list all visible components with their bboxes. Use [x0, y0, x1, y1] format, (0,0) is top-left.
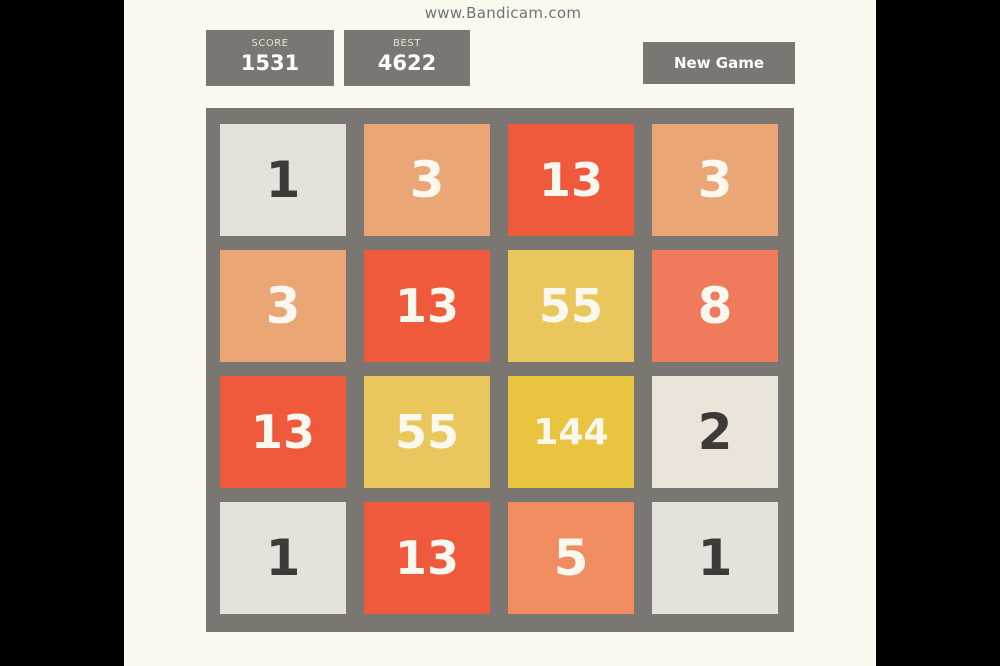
best-value: 4622 [377, 51, 437, 75]
game-page: www.Bandicam.com SCORE 1531 BEST 4622 Ne… [124, 0, 876, 666]
tile-r0-c3: 3 [652, 124, 778, 236]
score-value: 1531 [240, 51, 300, 75]
tile-r2-c1: 55 [364, 376, 490, 488]
score-box: SCORE 1531 [206, 30, 334, 86]
best-label: BEST [393, 38, 421, 49]
tile-r3-c3: 1 [652, 502, 778, 614]
tile-r2-c3: 2 [652, 376, 778, 488]
tile-r1-c3: 8 [652, 250, 778, 362]
new-game-button[interactable]: New Game [643, 42, 795, 84]
tile-r3-c0: 1 [220, 502, 346, 614]
tile-r1-c2: 55 [508, 250, 634, 362]
tile-r0-c1: 3 [364, 124, 490, 236]
recorder-watermark: www.Bandicam.com [424, 4, 582, 22]
score-label: SCORE [251, 38, 289, 49]
game-board[interactable]: 1 3 13 3 3 13 55 8 13 55 144 2 1 13 5 1 [206, 108, 794, 632]
tile-r2-c2: 144 [508, 376, 634, 488]
tile-r1-c1: 13 [364, 250, 490, 362]
tile-r2-c0: 13 [220, 376, 346, 488]
best-score-box: BEST 4622 [344, 30, 470, 86]
tile-r1-c0: 3 [220, 250, 346, 362]
tile-r3-c2: 5 [508, 502, 634, 614]
tile-r0-c2: 13 [508, 124, 634, 236]
tile-r0-c0: 1 [220, 124, 346, 236]
tile-r3-c1: 13 [364, 502, 490, 614]
